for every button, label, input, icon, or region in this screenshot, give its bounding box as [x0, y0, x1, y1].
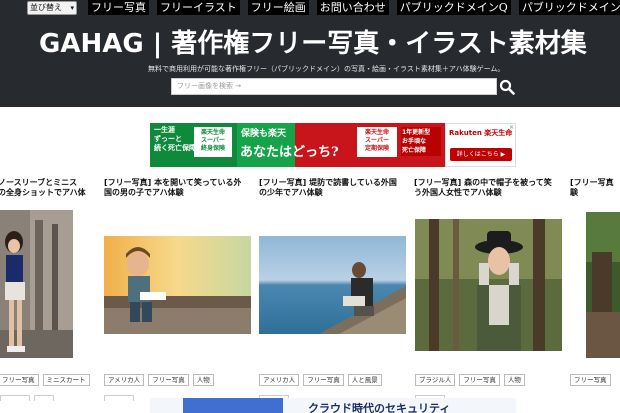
card-title-line[interactable]: 験	[570, 188, 620, 198]
bottom-ad-text: クラウド時代のセキュリティ	[308, 402, 451, 413]
card-thumbnail[interactable]	[259, 236, 406, 334]
card-title-line[interactable]: [フリー写真	[570, 178, 620, 188]
card-title-line[interactable]: 国の男の子でアハ体験	[104, 188, 241, 198]
tag[interactable]: フリー写真	[570, 374, 611, 386]
bottom-ad-graphic	[183, 398, 283, 413]
card-thumbnail[interactable]	[104, 236, 251, 334]
ad-brand-logo: Rakuten 楽天生命	[449, 129, 513, 137]
ad-banner[interactable]: 一生涯 ずっーと 続く死亡保障 楽天生命 スーパー 終身保険 保険も楽天 あなたはどっち…	[150, 123, 516, 167]
photo-card[interactable]: ノースリーブとミニス の全身ショットでアハ体	[0, 178, 86, 198]
photo-card[interactable]: [フリー写真] 堤防で読書している外国 の少年でアハ体験	[259, 178, 397, 198]
tag[interactable]	[104, 395, 134, 401]
card-tags: ブラジル人 フリー写真 人物	[415, 374, 525, 386]
tag[interactable]: アメリカ人	[104, 374, 145, 386]
tag[interactable]: アメリカ人	[259, 374, 300, 386]
tag[interactable]: 人と風景	[347, 374, 382, 386]
card-tags: フリー写真	[570, 374, 611, 386]
top-nav: フリー写真 フリーイラスト フリー絵画 お問い合わせ パブリックドメインQ パブ…	[88, 0, 620, 15]
tag[interactable]: フリー写真	[148, 374, 189, 386]
ad-close-icon[interactable]: ✕	[509, 124, 514, 131]
card-thumbnail[interactable]	[586, 212, 620, 358]
tag[interactable]: フリー写真	[459, 374, 500, 386]
nav-contact[interactable]: お問い合わせ	[316, 0, 389, 15]
tag[interactable]: ミニスカート	[42, 374, 90, 386]
tag-row-partial	[104, 395, 134, 401]
sort-select[interactable]: 並び替え ▾	[27, 1, 77, 15]
search-icon[interactable]	[499, 79, 515, 95]
nav-free-painting[interactable]: フリー絵画	[247, 0, 309, 15]
ad-term-note: 1年更新型 お手頃な 死亡保障	[401, 127, 441, 156]
card-title-line[interactable]: [フリー写真] 本を開いて笑っている外	[104, 178, 241, 188]
ad-segment-lifetime: 一生涯 ずっーと 続く死亡保障 楽天生命 スーパー 終身保険	[150, 123, 237, 167]
ad-segment-brand: Rakuten 楽天生命 詳しくはこちら ▶ ✕	[445, 123, 516, 167]
ad-lifetime-text: 一生涯 ずっーと 続く死亡保障	[154, 126, 196, 152]
ad-term-box: 楽天生命 スーパー 定期保険	[357, 127, 397, 157]
ad-segment-term: あなたはどっち? 楽天生命 スーパー 定期保険 1年更新型 お手頃な 死亡保障	[240, 123, 445, 167]
card-title-line[interactable]: の全身ショットでアハ体	[0, 188, 86, 198]
ad-rakuten-text: 保険も楽天	[241, 129, 287, 139]
ad-cta-button[interactable]: 詳しくはこちら ▶	[450, 148, 512, 161]
tag[interactable]	[34, 395, 54, 401]
card-thumbnail[interactable]	[0, 210, 73, 358]
ad-lifetime-box: 楽天生命 スーパー 終身保険	[194, 127, 232, 157]
tag[interactable]	[0, 395, 30, 401]
tag[interactable]: フリー写真	[0, 374, 39, 386]
tag[interactable]: フリー写真	[303, 374, 344, 386]
tag[interactable]: 人物	[503, 374, 525, 386]
card-tags: アメリカ人 フリー写真 人と風景	[259, 374, 382, 386]
tag[interactable]: ブラジル人	[415, 374, 456, 386]
nav-free-photo[interactable]: フリー写真	[88, 0, 149, 15]
tag-row-partial	[0, 395, 54, 401]
photo-card[interactable]: [フリー写真] 本を開いて笑っている外 国の男の子でアハ体験	[104, 178, 241, 198]
nav-free-illust[interactable]: フリーイラスト	[157, 0, 240, 15]
sort-select-value: 並び替え	[30, 3, 62, 12]
ad-question-text: あなたはどっち?	[240, 145, 339, 160]
card-tags: フリー写真 ミニスカート	[0, 374, 90, 386]
tag[interactable]: 人物	[192, 374, 214, 386]
photo-card[interactable]: [フリー写真 験	[570, 178, 620, 198]
bottom-ad-banner[interactable]: クラウド時代のセキュリティ	[150, 398, 516, 413]
site-description: 無料で商用利用が可能な著作権フリー（パブリックドメイン）の写真・絵画・イラスト素…	[148, 65, 505, 73]
card-title-line[interactable]: の少年でアハ体験	[259, 188, 397, 198]
card-thumbnail[interactable]	[415, 219, 562, 351]
card-title-line[interactable]: [フリー写真] 堤防で読書している外国	[259, 178, 397, 188]
card-title-line[interactable]: [フリー写真] 森の中で帽子を被って笑	[414, 178, 552, 188]
nav-public-domain-q[interactable]: パブリックドメインQ	[396, 0, 511, 15]
nav-public-domain[interactable]: パブリックドメイン	[518, 0, 620, 15]
photo-card[interactable]: [フリー写真] 森の中で帽子を被って笑 う外国人女性でアハ体験	[414, 178, 552, 198]
chevron-down-icon: ▾	[70, 4, 74, 12]
site-header: 並び替え ▾ フリー写真 フリーイラスト フリー絵画 お問い合わせ パブリックド…	[0, 0, 620, 107]
card-title-line[interactable]: う外国人女性でアハ体験	[414, 188, 552, 198]
search-input[interactable]: フリー画像を検索 →	[171, 78, 497, 95]
site-title[interactable]: GAHAG | 著作権フリー写真・イラスト素材集	[39, 27, 587, 61]
card-title-line[interactable]: ノースリーブとミニス	[0, 178, 86, 188]
card-tags: アメリカ人 フリー写真 人物	[104, 374, 214, 386]
